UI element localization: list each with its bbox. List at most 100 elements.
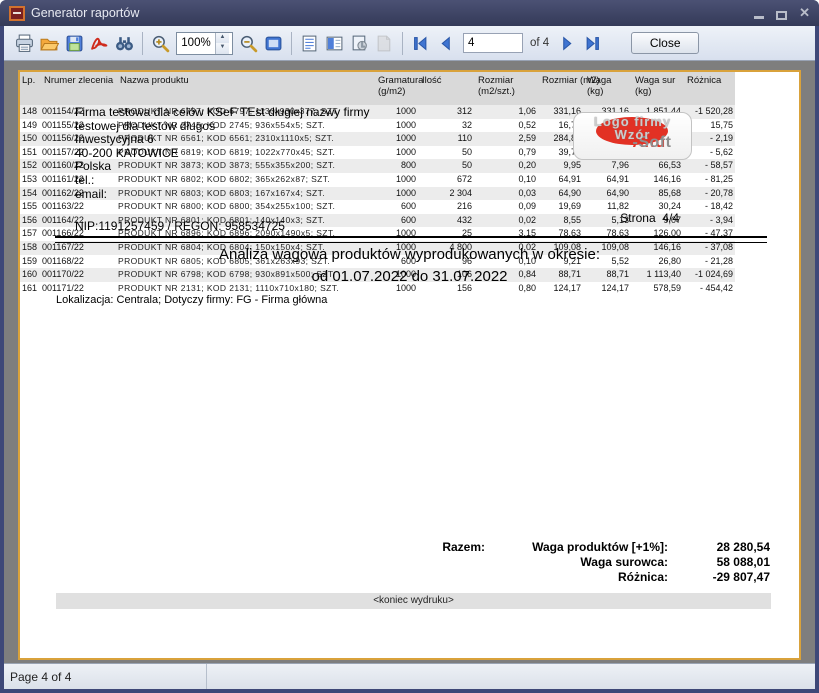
cell-order-number: 001163/22 — [42, 200, 118, 214]
window-controls: ✕ — [754, 6, 810, 20]
company-block: Firma testowa dla celów KSeF TEst długie… — [75, 106, 370, 201]
page-number-input[interactable] — [463, 33, 523, 53]
maximize-button[interactable] — [776, 6, 787, 20]
cell-grammage: 1000 — [376, 132, 420, 146]
cell-size-m2: 8,55 — [540, 214, 585, 228]
cell-grammage: 800 — [376, 159, 420, 173]
cell-size-m2: 64,90 — [540, 187, 585, 201]
cell-size-m2: 64,91 — [540, 173, 585, 187]
cell-difference: - 81,25 — [685, 173, 735, 187]
table-header-row: Lp.Nrumer zleceniaNazwa produktuGramatur… — [20, 72, 735, 105]
cell-lp: 153 — [20, 173, 42, 187]
export-pdf-button[interactable] — [87, 31, 112, 56]
cell-weight: 64,90 — [585, 187, 633, 201]
column-header-6: Rozmiar (m2) — [540, 72, 585, 105]
page-text-view-button[interactable] — [297, 31, 322, 56]
cell-quantity: 432 — [420, 214, 476, 228]
end-of-print-band: <koniec wydruku> — [56, 593, 771, 609]
cell-size-per-unit: 2,59 — [476, 132, 540, 146]
cell-grammage: 600 — [376, 200, 420, 214]
status-divider — [206, 664, 207, 689]
cell-size-per-unit: 1,06 — [476, 105, 540, 119]
cell-weight: 7,96 — [585, 159, 633, 173]
toolbar: ▲▼ of 4 — [4, 26, 815, 61]
next-page-button[interactable] — [555, 31, 580, 56]
cell-grammage: 600 — [376, 214, 420, 228]
page-number-label: Strona 4/4 — [620, 211, 679, 225]
cell-difference: - 18,42 — [685, 200, 735, 214]
cell-raw-weight: 85,68 — [633, 187, 685, 201]
cell-size-per-unit: 0,02 — [476, 214, 540, 228]
cell-size-per-unit: 0,20 — [476, 159, 540, 173]
previous-page-icon — [438, 36, 453, 51]
last-page-button[interactable] — [580, 31, 605, 56]
print-properties-button[interactable] — [347, 31, 372, 56]
cell-size-m2: 19,69 — [540, 200, 585, 214]
zoom-in-icon — [151, 34, 170, 53]
zoom-out-button[interactable] — [236, 31, 261, 56]
column-header-3: Gramatura(g/m2) — [376, 72, 420, 105]
zoom-in-button[interactable] — [148, 31, 173, 56]
report-title-line2: od 01.07.2022 do 31.07.2022 — [20, 268, 799, 285]
cell-quantity: 32 — [420, 119, 476, 133]
summary-diff-value: -29 807,47 — [713, 570, 770, 584]
cell-difference: - 2,19 — [685, 132, 735, 146]
minimize-button[interactable] — [754, 6, 764, 20]
cell-size-per-unit: 0,79 — [476, 146, 540, 160]
report-subtitle: Lokalizacja: Centrala; Dotyczy firmy: FG… — [56, 294, 327, 306]
print-button[interactable] — [12, 31, 37, 56]
cell-raw-weight: 146,16 — [633, 173, 685, 187]
cell-quantity: 312 — [420, 105, 476, 119]
pdf-icon — [90, 34, 109, 53]
cell-weight: 64,91 — [585, 173, 633, 187]
cell-difference: - 3,94 — [685, 214, 735, 228]
cell-size-per-unit: 0,09 — [476, 200, 540, 214]
company-line: Inwestycyjna 6 — [75, 133, 370, 147]
company-logo: Altu-Soft Logo firmy Wzór — [573, 112, 692, 160]
cell-lp: 155 — [20, 200, 42, 214]
edit-page-button[interactable] — [372, 31, 397, 56]
cell-difference: 15,75 — [685, 119, 735, 133]
zoom-spin-up[interactable]: ▲ — [216, 33, 229, 44]
summary-raw-label: Waga surowca: — [580, 555, 668, 569]
logo-watermark-line2: Wzór — [574, 127, 691, 142]
cell-lp: 148 — [20, 105, 42, 119]
company-line: testowej dla testów długoś — [75, 120, 370, 134]
column-header-7: Waga(kg) — [585, 72, 633, 105]
previous-page-button[interactable] — [433, 31, 458, 56]
preview-area[interactable]: Firma testowa dla celów KSeF TEst długie… — [4, 61, 815, 663]
statusbar: Page 4 of 4 — [4, 663, 815, 689]
zoom-out-icon — [239, 34, 258, 53]
find-button[interactable] — [112, 31, 137, 56]
open-button[interactable] — [37, 31, 62, 56]
report-page: Firma testowa dla celów KSeF TEst długie… — [18, 70, 801, 660]
whole-page-button[interactable] — [261, 31, 286, 56]
save-button[interactable] — [62, 31, 87, 56]
cell-quantity: 50 — [420, 159, 476, 173]
titlebar[interactable]: Generator raportów ✕ — [0, 0, 819, 26]
cell-quantity: 672 — [420, 173, 476, 187]
first-page-button[interactable] — [408, 31, 433, 56]
zoom-spin-down[interactable]: ▼ — [216, 43, 229, 54]
close-window-button[interactable]: ✕ — [799, 6, 810, 20]
close-button[interactable]: Close — [631, 32, 699, 54]
nip-regon-line: NIP:1191257459 / REGON: 958534725 — [75, 219, 285, 233]
cell-size-m2: 9,95 — [540, 159, 585, 173]
company-line: 40-200 KATOWICE — [75, 147, 370, 161]
company-line: email: — [75, 188, 370, 202]
summary-razem-label: Razem: — [442, 540, 485, 554]
cell-difference: - 20,78 — [685, 187, 735, 201]
column-header-9: Różnica — [685, 72, 735, 105]
print-icon — [15, 34, 34, 53]
cell-lp: 154 — [20, 187, 42, 201]
cell-quantity: 50 — [420, 146, 476, 160]
cell-difference: - 58,57 — [685, 159, 735, 173]
cell-difference: - 5,62 — [685, 146, 735, 160]
two-page-view-button[interactable] — [322, 31, 347, 56]
cell-product-name: PRODUKT NR 6800; KOD 6800; 354x255x100; … — [118, 200, 376, 214]
cell-grammage: 1000 — [376, 119, 420, 133]
toolbar-separator — [402, 32, 403, 55]
summary-raw-value: 58 088,01 — [717, 555, 770, 569]
company-line: Firma testowa dla celów KSeF TEst długie… — [75, 106, 370, 120]
zoom-level-input[interactable] — [177, 33, 215, 54]
